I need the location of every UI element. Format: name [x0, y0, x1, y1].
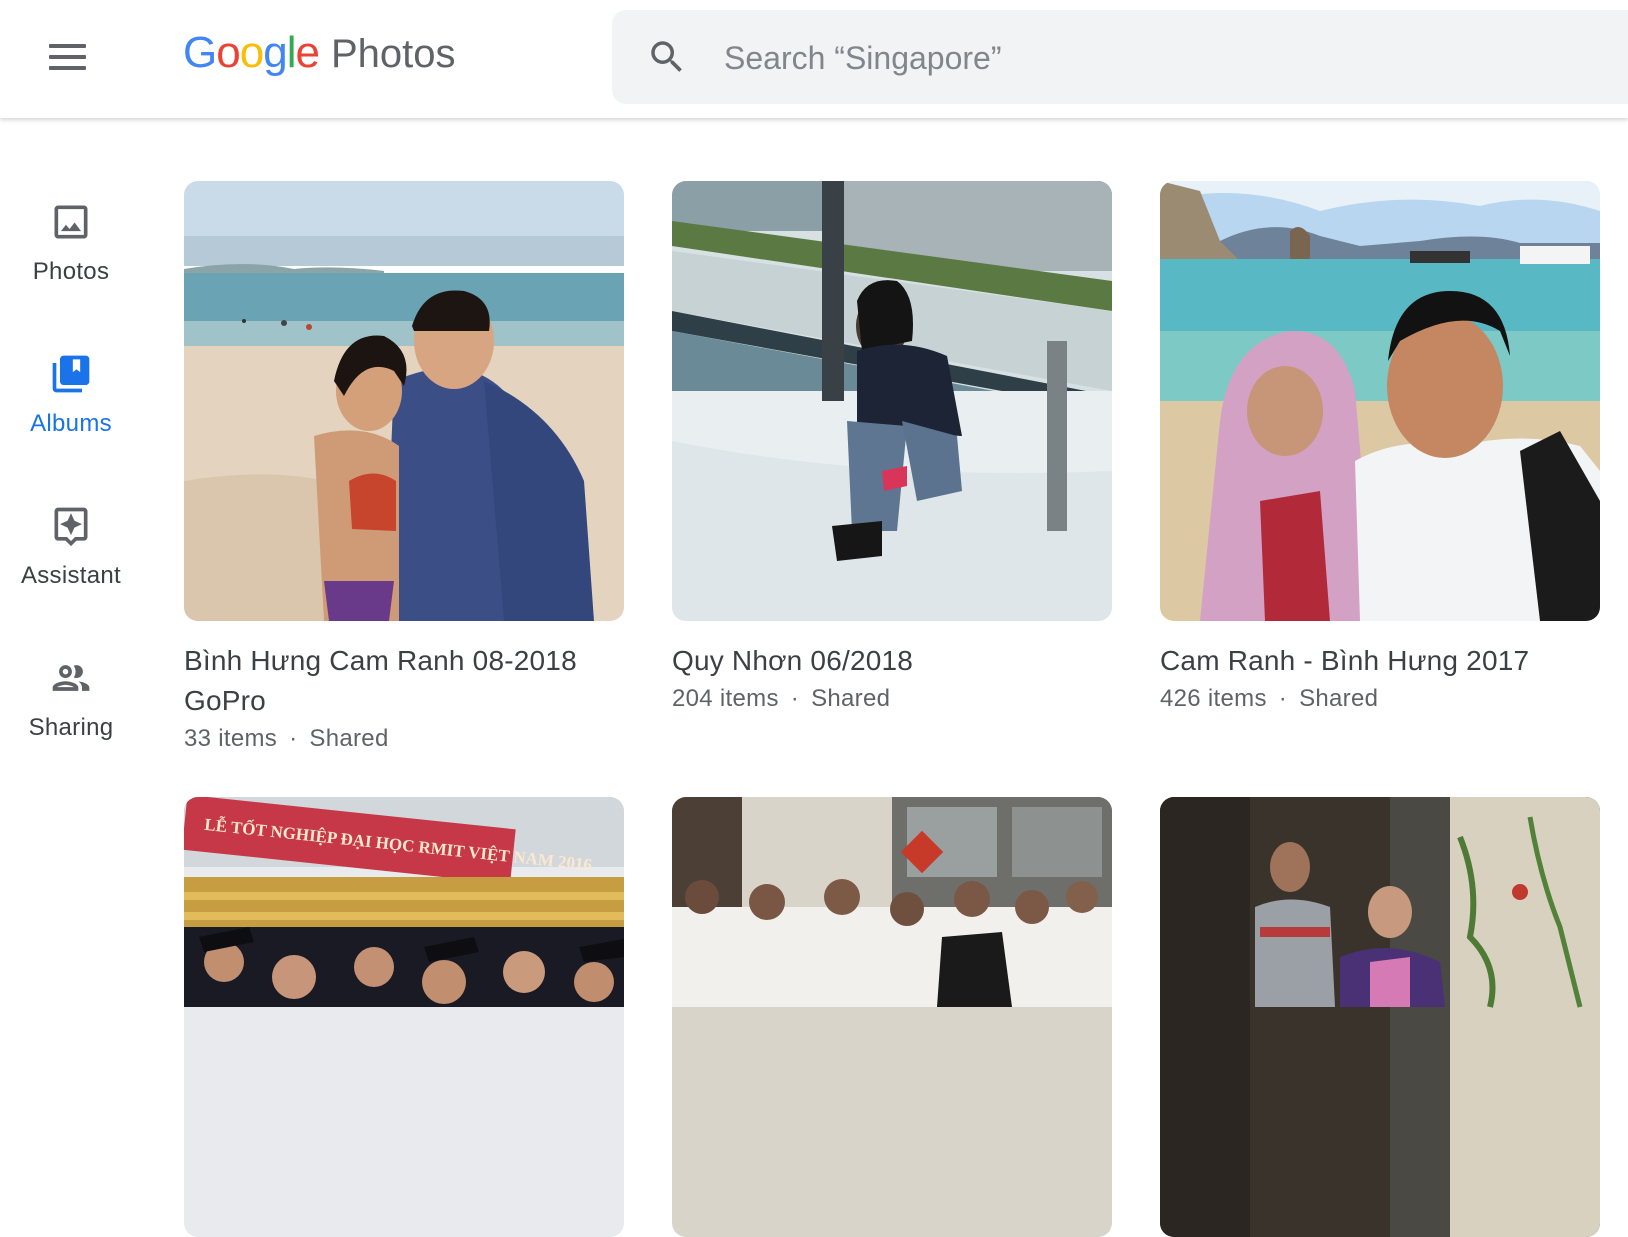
album-shared-status: Shared — [309, 725, 389, 752]
album-shared-status: Shared — [1299, 685, 1379, 712]
nav-item-photos[interactable]: Photos — [0, 200, 142, 320]
main-menu-button[interactable] — [30, 22, 106, 94]
meta-separator: · — [790, 685, 800, 712]
meta-separator: · — [1278, 685, 1288, 712]
meta-separator: · — [289, 725, 298, 752]
album-item-count: 204 items — [672, 685, 779, 712]
google-photos-logo[interactable]: G o o g l e Photos — [183, 28, 455, 82]
logo-letter: l — [286, 28, 297, 77]
logo-letter: G — [183, 28, 217, 77]
album-meta: 426 items · Shared — [1160, 681, 1600, 717]
menu-icon-bar — [49, 55, 86, 59]
album-card[interactable]: LỄ TỐT NGHIỆP ĐẠI HỌC RMIT VIỆT NAM 2016 — [184, 797, 624, 1237]
album-cover-image — [1160, 797, 1600, 1237]
album-cover-image — [184, 181, 624, 621]
logo-letter: o — [239, 28, 265, 77]
album-meta: 204 items · Shared — [672, 681, 1112, 717]
nav-label: Albums — [30, 410, 112, 437]
search-bar[interactable] — [612, 10, 1628, 106]
album-card[interactable]: Cam Ranh - Bình Hưng 2017 426 items · Shar… — [1160, 181, 1600, 717]
nav-item-assistant[interactable]: Assistant — [0, 504, 142, 624]
nav-label: Assistant — [20, 562, 122, 589]
logo-letter: e — [295, 28, 320, 77]
album-shared-status: Shared — [811, 685, 891, 712]
album-cover-image — [672, 797, 1112, 1237]
album-card[interactable]: Bình Hưng Cam Ranh 08-2018 GoPro 33 item… — [184, 181, 624, 757]
album-item-count: 426 items — [1160, 685, 1267, 712]
album-item-count: 33 items — [184, 725, 278, 752]
album-title: Cam Ranh - Bình Hưng 2017 — [1160, 645, 1530, 676]
search-icon[interactable] — [646, 36, 688, 78]
album-cover-image — [1160, 181, 1600, 621]
nav-item-sharing[interactable]: Sharing — [0, 656, 142, 776]
nav-item-albums[interactable]: Albums — [0, 352, 142, 472]
logo-letter: o — [216, 28, 241, 77]
album-card[interactable]: Quy Nhơn 06/2018 204 items · Shared — [672, 181, 1112, 717]
assistant-icon — [54, 507, 88, 547]
album-title: Quy Nhơn 06/2018 — [672, 645, 914, 676]
menu-icon-bar — [49, 66, 86, 70]
search-input[interactable] — [722, 10, 1606, 106]
album-icon — [52, 355, 90, 393]
album-cover-image: LỄ TỐT NGHIỆP ĐẠI HỌC RMIT VIỆT NAM 2016 — [184, 797, 624, 1237]
album-title: Bình Hưng Cam Ranh 08-2018 GoPro — [184, 645, 577, 716]
product-name: Photos — [330, 32, 456, 76]
top-app-bar: G o o g l e Photos — [0, 0, 1628, 118]
album-cover-image — [672, 181, 1112, 621]
menu-icon-bar — [49, 44, 86, 48]
people-icon — [52, 665, 90, 691]
album-meta: 33 items · Shared — [184, 721, 624, 757]
album-card[interactable] — [1160, 797, 1600, 1237]
photo-icon — [54, 205, 88, 239]
nav-label: Sharing — [28, 714, 114, 741]
logo-letter: g — [263, 28, 288, 77]
nav-label: Photos — [32, 258, 110, 285]
album-card[interactable] — [672, 797, 1112, 1237]
